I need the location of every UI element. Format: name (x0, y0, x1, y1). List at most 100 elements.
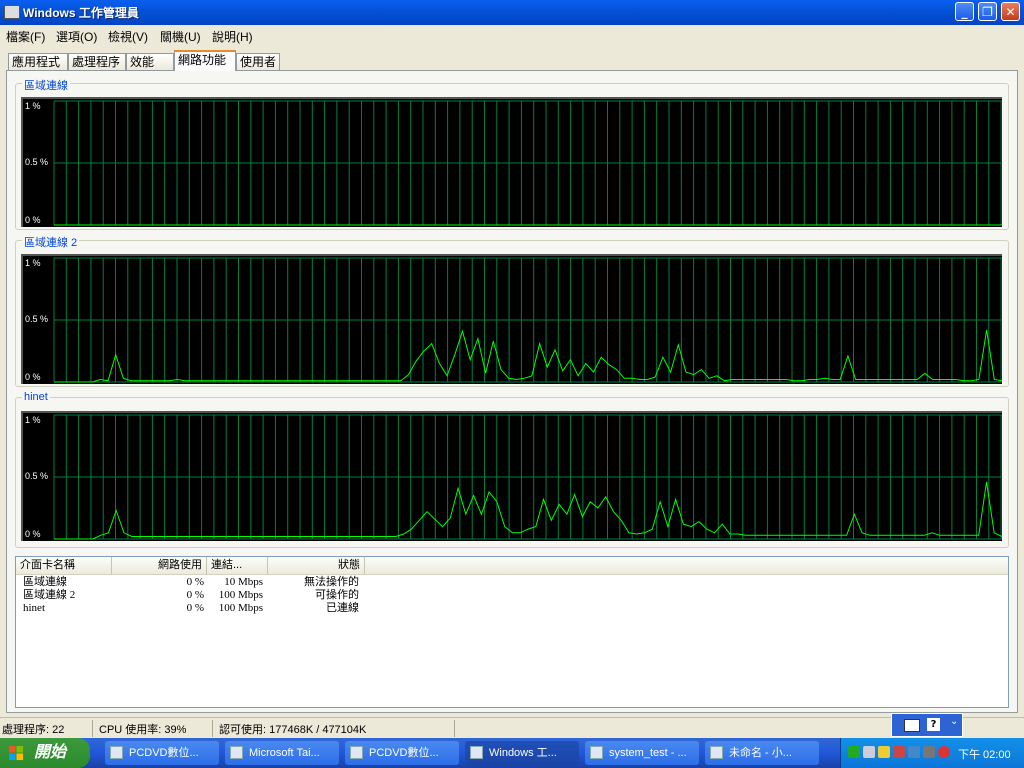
menu-view[interactable]: 檢視(V) (108, 28, 148, 45)
menu-options[interactable]: 選項(O) (56, 28, 97, 45)
taskbar-item-paint[interactable]: 未命名 - 小... (705, 741, 819, 765)
adapter-list[interactable]: 介面卡名稱 網路使用 連結... 狀態 區域連線 0 % 10 Mbps 無法操… (15, 556, 1009, 708)
close-button[interactable]: ✕ (1001, 2, 1020, 21)
graph-label-2: 區域連線 2 (22, 234, 80, 250)
clock: 下午 02:00 (958, 749, 1011, 761)
status-bar: 處理程序: 22 CPU 使用率: 39% 認可使用: 177468K / 47… (0, 717, 1024, 739)
y-tick-max: 1 % (25, 258, 41, 268)
menu-shutdown[interactable]: 關機(U) (160, 28, 201, 45)
taskbar-item-pcdvd-1[interactable]: PCDVD數位... (105, 741, 219, 765)
tray-shield-icon[interactable] (938, 746, 950, 758)
network-graph-2: 1 % 0.5 % 0 % (21, 254, 1002, 384)
tray-warning-icon[interactable] (878, 746, 890, 758)
menu-file[interactable]: 檔案(F) (6, 28, 45, 45)
taskbar-item-label: Microsoft Tai... (249, 747, 320, 759)
taskbar-item-label: 未命名 - 小... (729, 747, 792, 759)
status-divider (454, 720, 455, 737)
task-manager-icon (4, 5, 20, 19)
taskbar-item-label: system_test - ... (609, 747, 687, 759)
y-tick-mid: 0.5 % (25, 314, 49, 324)
adapter-speed: 100 Mbps (218, 602, 263, 614)
language-bar[interactable]: ? ⌄ (891, 713, 963, 737)
adapter-usage: 0 % (186, 602, 204, 614)
y-tick-mid: 0.5 % (25, 157, 49, 167)
taskbar-item-system-test[interactable]: system_test - ... (585, 741, 699, 765)
status-divider (212, 720, 213, 737)
window-title: Windows 工作管理員 (23, 6, 139, 20)
start-label: 開始 (34, 744, 67, 761)
adapter-status: 已連線 (326, 602, 359, 614)
tray-speaker-icon[interactable] (923, 746, 935, 758)
menu-help[interactable]: 說明(H) (212, 28, 253, 45)
adapter-usage: 0 % (186, 589, 204, 601)
taskbar: 開始 PCDVD數位... Microsoft Tai... PCDVD數位..… (0, 738, 1024, 768)
start-button[interactable]: 開始 (0, 738, 90, 768)
tab-processes[interactable]: 處理程序 (68, 53, 126, 70)
network-graph-1-svg (53, 100, 1002, 226)
taskbar-item-label: Windows 工... (489, 747, 557, 759)
col-state[interactable]: 狀態 (268, 557, 365, 574)
system-tray: 下午 02:00 (840, 738, 1024, 768)
adapter-status: 無法操作的 (304, 576, 359, 588)
taskbar-item-label: PCDVD數位... (369, 747, 439, 759)
network-graph-2-svg (53, 257, 1002, 383)
tray-network-icon[interactable] (848, 746, 860, 758)
windows-flag-icon (9, 746, 24, 761)
options-chevron-icon[interactable]: ⌄ (950, 716, 958, 727)
tray-monitor-icon[interactable] (863, 746, 875, 758)
y-tick-max: 1 % (25, 415, 41, 425)
process-count: 處理程序: 22 (2, 724, 65, 736)
col-link-speed[interactable]: 連結... (207, 557, 268, 574)
tab-performance[interactable]: 效能 (126, 53, 174, 70)
network-graph-1: 1 % 0.5 % 0 % (21, 97, 1002, 227)
taskbar-item-task-manager[interactable]: Windows 工... (465, 741, 579, 765)
y-tick-min: 0 % (25, 529, 41, 539)
help-icon[interactable]: ? (927, 718, 940, 731)
usage-series-line (54, 329, 1002, 383)
tab-networking[interactable]: 網路功能 (174, 50, 236, 71)
y-tick-min: 0 % (25, 372, 41, 382)
list-item[interactable]: 區域連線 2 0 % 100 Mbps 可操作的 (16, 589, 416, 602)
list-header: 介面卡名稱 網路使用 連結... 狀態 (16, 557, 1008, 575)
taskbar-item-pcdvd-2[interactable]: PCDVD數位... (345, 741, 459, 765)
graph-label-3: hinet (22, 391, 50, 403)
y-tick-max: 1 % (25, 101, 41, 111)
col-network-usage[interactable]: 網路使用 (112, 557, 207, 574)
graph-label-1: 區域連線 (22, 77, 70, 93)
cpu-usage: CPU 使用率: 39% (99, 724, 187, 736)
taskbar-item-label: PCDVD數位... (129, 747, 199, 759)
adapter-name: 區域連線 (23, 576, 67, 588)
usage-series-line (54, 481, 1002, 540)
list-item[interactable]: 區域連線 0 % 10 Mbps 無法操作的 (16, 576, 416, 589)
adapter-speed: 10 Mbps (224, 576, 263, 588)
keyboard-icon[interactable] (904, 719, 920, 732)
col-adapter-name[interactable]: 介面卡名稱 (16, 557, 112, 574)
network-graph-3: 1 % 0.5 % 0 % (21, 411, 1002, 541)
tab-applications[interactable]: 應用程式 (8, 53, 68, 70)
list-item[interactable]: hinet 0 % 100 Mbps 已連線 (16, 602, 416, 615)
task-manager-icon (470, 746, 483, 759)
minimize-button[interactable]: _ (955, 2, 974, 21)
paint-icon (710, 746, 723, 759)
ie-icon (350, 746, 363, 759)
adapter-name: 區域連線 2 (23, 589, 76, 601)
adapter-name: hinet (23, 602, 45, 614)
tray-tool-icon[interactable] (893, 746, 905, 758)
status-divider (92, 720, 93, 737)
adapter-usage: 0 % (186, 576, 204, 588)
title-bar[interactable]: Windows 工作管理員 _ ❐ ✕ (0, 0, 1024, 25)
taskbar-item-microsoft[interactable]: Microsoft Tai... (225, 741, 339, 765)
ie-icon (230, 746, 243, 759)
tab-users[interactable]: 使用者 (236, 53, 280, 70)
ie-icon (110, 746, 123, 759)
commit-charge: 認可使用: 177468K / 477104K (219, 724, 367, 736)
tray-security-icon[interactable] (908, 746, 920, 758)
adapter-status: 可操作的 (315, 589, 359, 601)
maximize-button[interactable]: ❐ (978, 2, 997, 21)
y-tick-min: 0 % (25, 215, 41, 225)
ie-icon (590, 746, 603, 759)
network-graph-3-svg (53, 414, 1002, 540)
y-tick-mid: 0.5 % (25, 471, 49, 481)
menu-bar: 檔案(F) 選項(O) 檢視(V) 關機(U) 說明(H) (0, 25, 1024, 45)
adapter-speed: 100 Mbps (218, 589, 263, 601)
